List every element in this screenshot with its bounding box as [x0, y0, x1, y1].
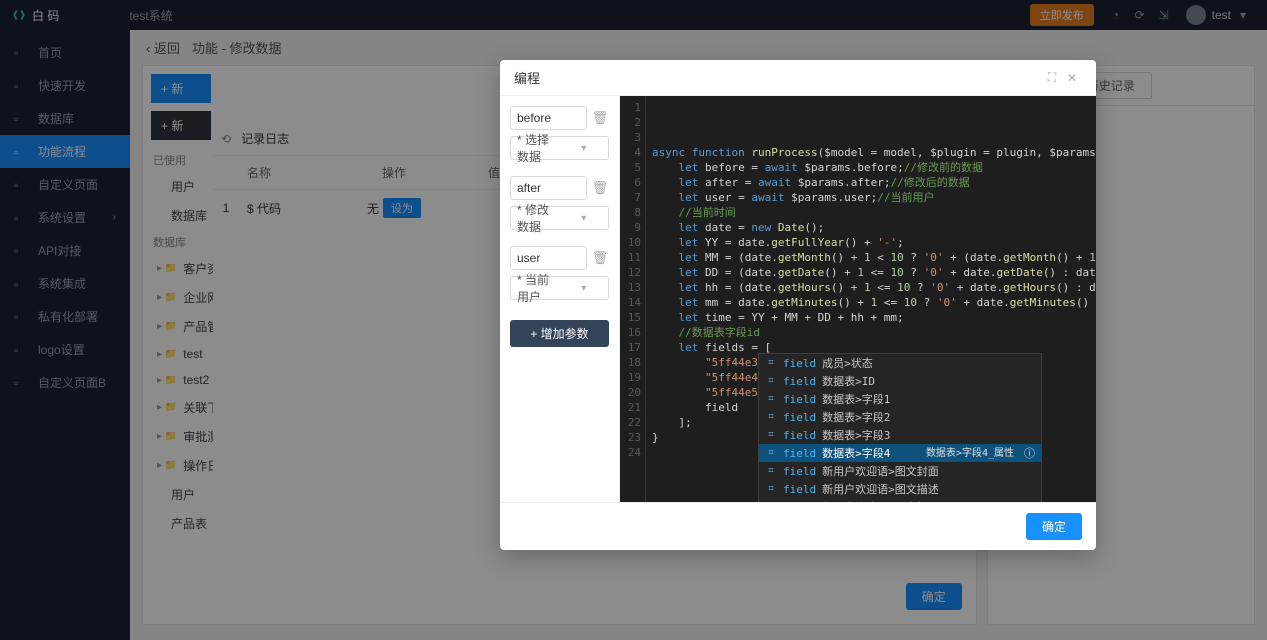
- ac-label: 新用户欢迎语>图文标题: [822, 500, 1035, 503]
- modal-title: 编程: [514, 68, 540, 87]
- autocomplete-item[interactable]: ⌗ field 数据表>字段2: [759, 408, 1041, 426]
- code-modal: 编程 ⛶ ✕ 🗑* 选择数据▾🗑* 修改数据▾🗑* 当前用户▾+ 增加参数 12…: [500, 60, 1096, 550]
- ac-kind: field: [783, 410, 816, 425]
- autocomplete-item[interactable]: ⌗ field 数据表>字段3: [759, 426, 1041, 444]
- code-line[interactable]: let date = new Date();: [652, 220, 1096, 235]
- param-select[interactable]: * 当前用户▾: [510, 276, 609, 300]
- param-select-value: * 当前用户: [511, 271, 560, 305]
- field-icon: ⌗: [765, 501, 777, 502]
- code-editor[interactable]: 123456789101112131415161718192021222324 …: [620, 96, 1096, 502]
- code-line[interactable]: let DD = (date.getDate() + 1 <= 10 ? '0'…: [652, 265, 1096, 280]
- param-name-input[interactable]: [510, 246, 587, 270]
- modal-params: 🗑* 选择数据▾🗑* 修改数据▾🗑* 当前用户▾+ 增加参数: [500, 96, 620, 502]
- code-line[interactable]: //数据表字段id: [652, 325, 1096, 340]
- ac-kind: field: [783, 500, 816, 503]
- autocomplete-item[interactable]: ⌗ field 成员>状态: [759, 354, 1041, 372]
- code-line[interactable]: //当前时间: [652, 205, 1096, 220]
- delete-icon[interactable]: 🗑: [591, 250, 609, 266]
- field-icon: ⌗: [765, 411, 777, 423]
- ac-kind: field: [783, 374, 816, 389]
- code-line[interactable]: let mm = date.getMinutes() + 1 <= 10 ? '…: [652, 295, 1096, 310]
- ac-kind: field: [783, 482, 816, 497]
- ac-kind: field: [783, 464, 816, 479]
- field-icon: ⌗: [765, 393, 777, 405]
- ac-label: 数据表>字段4: [822, 446, 920, 461]
- field-icon: ⌗: [765, 447, 777, 459]
- chevron-down-icon: ▾: [560, 283, 609, 294]
- chevron-down-icon: ▾: [560, 213, 609, 224]
- code-line[interactable]: let after = await $params.after;//修改后的数据: [652, 175, 1096, 190]
- add-param-button[interactable]: + 增加参数: [510, 320, 609, 347]
- param-select[interactable]: * 修改数据▾: [510, 206, 609, 230]
- param-name-input[interactable]: [510, 106, 587, 130]
- ac-label: 数据表>字段3: [822, 428, 1035, 443]
- ac-label: 成员>状态: [822, 356, 1035, 371]
- ac-label: 数据表>字段2: [822, 410, 1035, 425]
- code-line[interactable]: let YY = date.getFullYear() + '-';: [652, 235, 1096, 250]
- code-line[interactable]: let MM = (date.getMonth() + 1 < 10 ? '0'…: [652, 250, 1096, 265]
- autocomplete-item[interactable]: ⌗ field 数据表>字段4 数据表>字段4_属性 ⓘ: [759, 444, 1041, 462]
- ac-label: 数据表>ID: [822, 374, 1035, 389]
- delete-icon[interactable]: 🗑: [591, 110, 609, 126]
- ac-label: 数据表>字段1: [822, 392, 1035, 407]
- param-name-input[interactable]: [510, 176, 587, 200]
- code-line[interactable]: async function runProcess($model = model…: [652, 145, 1096, 160]
- close-icon[interactable]: ✕: [1062, 71, 1082, 85]
- field-icon: ⌗: [765, 375, 777, 387]
- info-icon[interactable]: ⓘ: [1024, 446, 1035, 461]
- chevron-down-icon: ▾: [560, 143, 609, 154]
- ac-kind: field: [783, 428, 816, 443]
- delete-icon[interactable]: 🗑: [591, 180, 609, 196]
- field-icon: ⌗: [765, 465, 777, 477]
- autocomplete-item[interactable]: ⌗ field 数据表>字段1: [759, 390, 1041, 408]
- param-select-value: * 选择数据: [511, 131, 560, 165]
- ac-kind: field: [783, 356, 816, 371]
- modal-ok-button[interactable]: 确定: [1026, 513, 1082, 540]
- autocomplete-item[interactable]: ⌗ field 新用户欢迎语>图文描述: [759, 480, 1041, 498]
- field-icon: ⌗: [765, 483, 777, 495]
- autocomplete-item[interactable]: ⌗ field 新用户欢迎语>图文封面: [759, 462, 1041, 480]
- autocomplete-item[interactable]: ⌗ field 新用户欢迎语>图文标题: [759, 498, 1041, 502]
- param-select-value: * 修改数据: [511, 201, 560, 235]
- ac-kind: field: [783, 446, 816, 461]
- expand-icon[interactable]: ⛶: [1042, 70, 1062, 85]
- autocomplete-popup: ⌗ field 成员>状态 ⌗ field 数据表>ID ⌗ field 数据表>字段1 ⌗ fie…: [758, 353, 1042, 502]
- ac-label: 新用户欢迎语>图文描述: [822, 482, 1035, 497]
- ac-kind: field: [783, 392, 816, 407]
- field-icon: ⌗: [765, 429, 777, 441]
- code-line[interactable]: let hh = (date.getHours() + 1 <= 10 ? '0…: [652, 280, 1096, 295]
- ac-hint: 数据表>字段4_属性: [926, 446, 1014, 461]
- field-icon: ⌗: [765, 357, 777, 369]
- code-line[interactable]: let before = await $params.before;//修改前的…: [652, 160, 1096, 175]
- param-select[interactable]: * 选择数据▾: [510, 136, 609, 160]
- autocomplete-item[interactable]: ⌗ field 数据表>ID: [759, 372, 1041, 390]
- ac-label: 新用户欢迎语>图文封面: [822, 464, 1035, 479]
- code-line[interactable]: let user = await $params.user;//当前用户: [652, 190, 1096, 205]
- code-line[interactable]: let time = YY + MM + DD + hh + mm;: [652, 310, 1096, 325]
